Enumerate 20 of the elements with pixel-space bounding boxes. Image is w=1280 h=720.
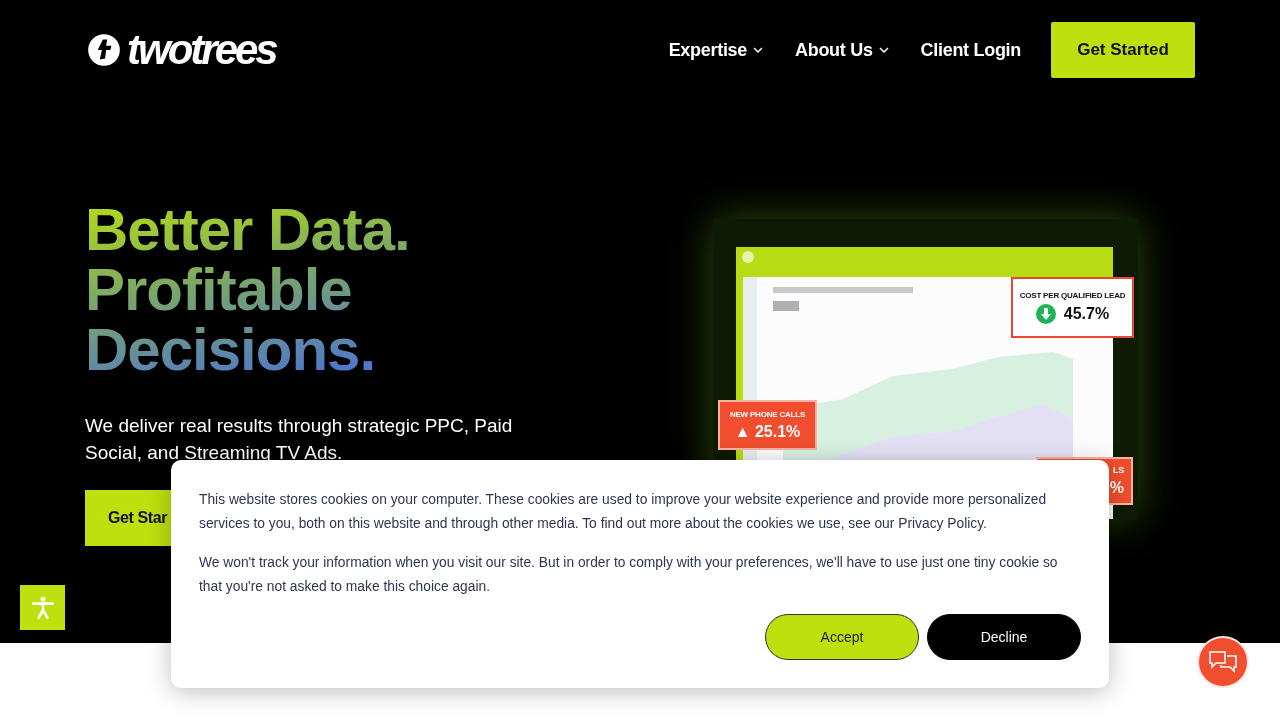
caret-icon[interactable] [753,47,763,53]
stat-label: COST PER QUALIFIED LEAD [1019,291,1126,300]
decline-button[interactable]: Decline [927,614,1081,660]
nav-link[interactable]: Client Login [920,39,1021,61]
nav-link[interactable]: About Us [795,39,873,61]
stat-value: ▲ 25.1% [734,422,801,441]
hero-text: We deliver real results through strategic PPC, Paid Social, and Streaming TV Ads. [85,414,514,465]
nav-link[interactable]: Expertise [668,39,747,61]
stat-label: LS [1112,465,1124,475]
caret-icon[interactable] [878,47,889,53]
get-started-button[interactable]: Get Started [1051,22,1195,78]
accessibility-icon [29,594,56,621]
logo-text: twotrees [127,26,276,74]
accept-button[interactable]: Accept [765,614,919,660]
stat-label: NEW PHONE CALLS [729,409,806,419]
cookie-text: We won't track your information when you visit our site. But in order to comply with your preferences, we'll have to use just one tiny cookie so that you're not asked to make this choice again. [199,554,1059,596]
stat-value: 45.7% [1063,305,1110,323]
stat-value: % [1109,479,1124,497]
chat-icon [1208,649,1238,675]
logo-icon [85,31,123,69]
